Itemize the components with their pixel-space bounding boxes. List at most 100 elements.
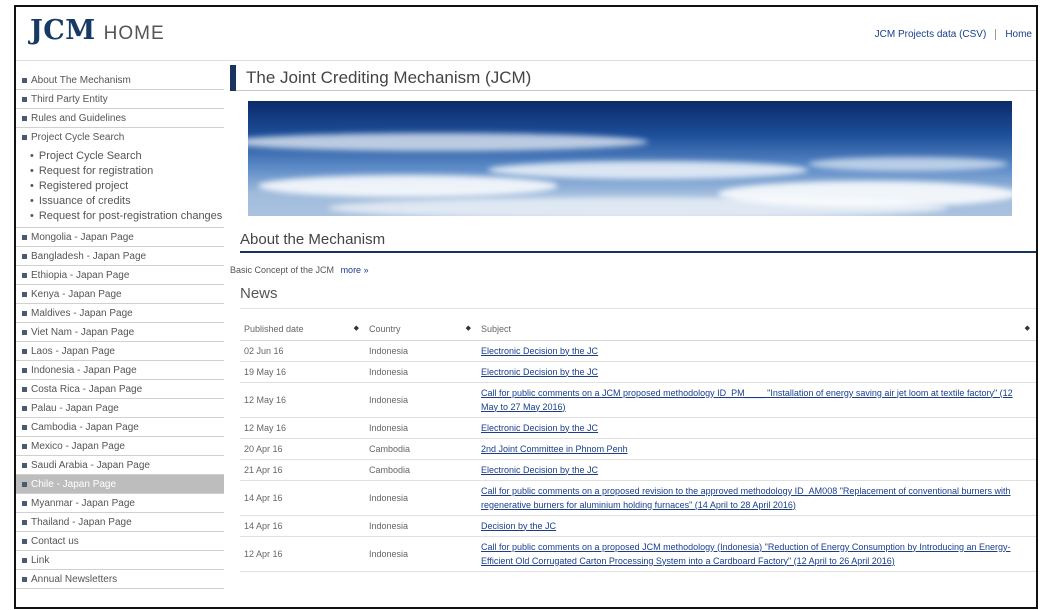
- square-bullet-icon: [22, 386, 27, 392]
- sidebar-item-country[interactable]: Cambodia - Japan Page: [16, 418, 224, 437]
- sidebar-item-country[interactable]: Mongolia - Japan Page: [16, 228, 224, 247]
- sidebar-item-label: Third Party Entity: [31, 93, 108, 105]
- sidebar-item-country[interactable]: Myanmar - Japan Page: [16, 494, 224, 513]
- sidebar-item-label: Kenya - Japan Page: [31, 288, 122, 300]
- sidebar-item-label: Viet Nam - Japan Page: [31, 326, 135, 338]
- news-subject-link[interactable]: Electronic Decision by the JC: [481, 423, 598, 433]
- sort-icon[interactable]: ◆: [1025, 324, 1030, 332]
- cell-country: Indonesia: [365, 340, 477, 362]
- sidebar-item-label: Costa Rica - Japan Page: [31, 383, 143, 395]
- cell-country: Indonesia: [365, 536, 477, 572]
- sidebar-item-country[interactable]: Costa Rica - Japan Page: [16, 380, 224, 399]
- site-logo[interactable]: JCM HOME: [30, 15, 165, 46]
- cell-date: 21 Apr 16: [240, 459, 365, 481]
- home-link[interactable]: Home: [1005, 29, 1032, 40]
- sidebar-item-country[interactable]: Chile - Japan Page: [16, 475, 224, 494]
- sidebar-item-country[interactable]: Maldives - Japan Page: [16, 304, 224, 323]
- square-bullet-icon: [22, 329, 27, 335]
- news-subject-link[interactable]: Electronic Decision by the JC: [481, 465, 598, 475]
- news-subject-link[interactable]: Decision by the JC: [481, 521, 556, 531]
- square-bullet-icon: [22, 557, 27, 563]
- cell-date: 12 May 16: [240, 417, 365, 439]
- square-bullet-icon: [22, 291, 27, 297]
- news-subject-link[interactable]: Electronic Decision by the JC: [481, 346, 598, 356]
- news-heading: News: [240, 285, 1036, 309]
- header-label: Country: [369, 323, 401, 334]
- table-row: 20 Apr 16 Cambodia 2nd Joint Committee in …: [240, 438, 1036, 460]
- table-row: 12 May 16 Indonesia Call for public commen…: [240, 382, 1036, 418]
- table-row: 19 May 16 Indonesia Electronic Decision by…: [240, 361, 1036, 383]
- cell-subject: Electronic Decision by the JC: [477, 340, 1036, 362]
- bullet-icon: •: [30, 165, 34, 177]
- sidebar-item-rules[interactable]: Rules and Guidelines: [16, 109, 224, 128]
- square-bullet-icon: [22, 367, 27, 373]
- sidebar-item-label: Rules and Guidelines: [31, 112, 127, 124]
- column-header-date[interactable]: Published date ◆: [240, 318, 365, 341]
- sidebar-item-country[interactable]: Palau - Japan Page: [16, 399, 224, 418]
- sidebar-subitem[interactable]: • Registered project: [16, 179, 224, 194]
- sidebar-item-label: Contact us: [31, 535, 79, 547]
- news-subject-link[interactable]: Call for public comments on a JCM propos…: [481, 388, 1013, 412]
- sort-icon[interactable]: ◆: [354, 324, 359, 332]
- about-heading: About the Mechanism: [240, 231, 1036, 253]
- csv-data-link[interactable]: JCM Projects data (CSV): [875, 29, 987, 40]
- sidebar-item-country[interactable]: Kenya - Japan Page: [16, 285, 224, 304]
- square-bullet-icon: [22, 500, 27, 506]
- cell-date: 14 Apr 16: [240, 480, 365, 516]
- page-title: The Joint Crediting Mechanism (JCM): [230, 64, 1036, 91]
- header-label: Subject: [481, 323, 512, 334]
- page-frame: JCM HOME JCM Projects data (CSV) Home Ab…: [14, 5, 1038, 609]
- square-bullet-icon: [22, 481, 27, 487]
- news-subject-link[interactable]: 2nd Joint Committee in Phnom Penh: [481, 444, 628, 454]
- cell-subject: 2nd Joint Committee in Phnom Penh: [477, 438, 1036, 460]
- news-table: Published date ◆ Country ◆ Subject ◆ 02 Jun…: [240, 318, 1036, 572]
- news-table-body: 02 Jun 16 Indonesia Electronic Decision by…: [240, 340, 1036, 572]
- link-divider: [995, 29, 997, 40]
- more-link[interactable]: more »: [341, 265, 369, 275]
- table-row: 12 Apr 16 Indonesia Call for public commen…: [240, 536, 1036, 572]
- sidebar-item-country[interactable]: Indonesia - Japan Page: [16, 361, 224, 380]
- sidebar-item-country[interactable]: Ethiopia - Japan Page: [16, 266, 224, 285]
- cell-date: 12 May 16: [240, 382, 365, 418]
- square-bullet-icon: [22, 519, 27, 525]
- sidebar-item-country[interactable]: Annual Newsletters: [16, 570, 224, 589]
- sidebar-item-label: About The Mechanism: [31, 74, 131, 86]
- news-subject-link[interactable]: Call for public comments on a proposed J…: [481, 542, 1010, 566]
- news-subject-link[interactable]: Electronic Decision by the JC: [481, 367, 598, 377]
- sidebar-subitem[interactable]: • Request for post-registration changes: [16, 209, 224, 224]
- sidebar-item-country[interactable]: Viet Nam - Japan Page: [16, 323, 224, 342]
- sidebar-item-label: Project Cycle Search: [31, 132, 125, 143]
- cell-country: Indonesia: [365, 382, 477, 418]
- sort-icon[interactable]: ◆: [466, 324, 471, 332]
- column-header-country[interactable]: Country ◆: [365, 318, 477, 341]
- site-header: JCM HOME JCM Projects data (CSV) Home: [16, 7, 1036, 61]
- sidebar-subitem[interactable]: • Issuance of credits: [16, 194, 224, 209]
- cell-date: 02 Jun 16: [240, 340, 365, 362]
- cell-date: 12 Apr 16: [240, 536, 365, 572]
- sidebar-item-country[interactable]: Saudi Arabia - Japan Page: [16, 456, 224, 475]
- cell-subject: Call for public comments on a proposed r…: [477, 480, 1036, 516]
- sidebar-subitem[interactable]: • Project Cycle Search: [16, 149, 224, 164]
- title-accent-bar: [230, 64, 236, 91]
- sidebar-item-country[interactable]: Contact us: [16, 532, 224, 551]
- cell-country: Indonesia: [365, 515, 477, 537]
- sidebar-item-label: Indonesia - Japan Page: [31, 364, 137, 376]
- column-header-subject[interactable]: Subject ◆: [477, 318, 1036, 341]
- sidebar-item-third-party[interactable]: Third Party Entity: [16, 90, 224, 109]
- sidebar-subitem[interactable]: • Request for registration: [16, 164, 224, 179]
- bullet-icon: •: [30, 210, 34, 222]
- sidebar-item-country[interactable]: Link: [16, 551, 224, 570]
- sidebar-item-country[interactable]: Mexico - Japan Page: [16, 437, 224, 456]
- square-bullet-icon: [22, 272, 27, 278]
- sidebar-item-country[interactable]: Thailand - Japan Page: [16, 513, 224, 532]
- sidebar-item-country[interactable]: Bangladesh - Japan Page: [16, 247, 224, 266]
- sidebar-nav: About The Mechanism Third Party Entity R…: [16, 71, 224, 589]
- sidebar-item-label: Thailand - Japan Page: [31, 516, 132, 528]
- sidebar-item-project-cycle[interactable]: Project Cycle Search: [16, 128, 224, 147]
- sidebar-item-country[interactable]: Laos - Japan Page: [16, 342, 224, 361]
- cell-country: Indonesia: [365, 480, 477, 516]
- news-subject-link[interactable]: Call for public comments on a proposed r…: [481, 486, 1011, 510]
- sidebar-item-label: Saudi Arabia - Japan Page: [31, 459, 150, 471]
- sidebar-item-about[interactable]: About The Mechanism: [16, 71, 224, 90]
- sidebar-subitem-label: Project Cycle Search: [38, 150, 142, 162]
